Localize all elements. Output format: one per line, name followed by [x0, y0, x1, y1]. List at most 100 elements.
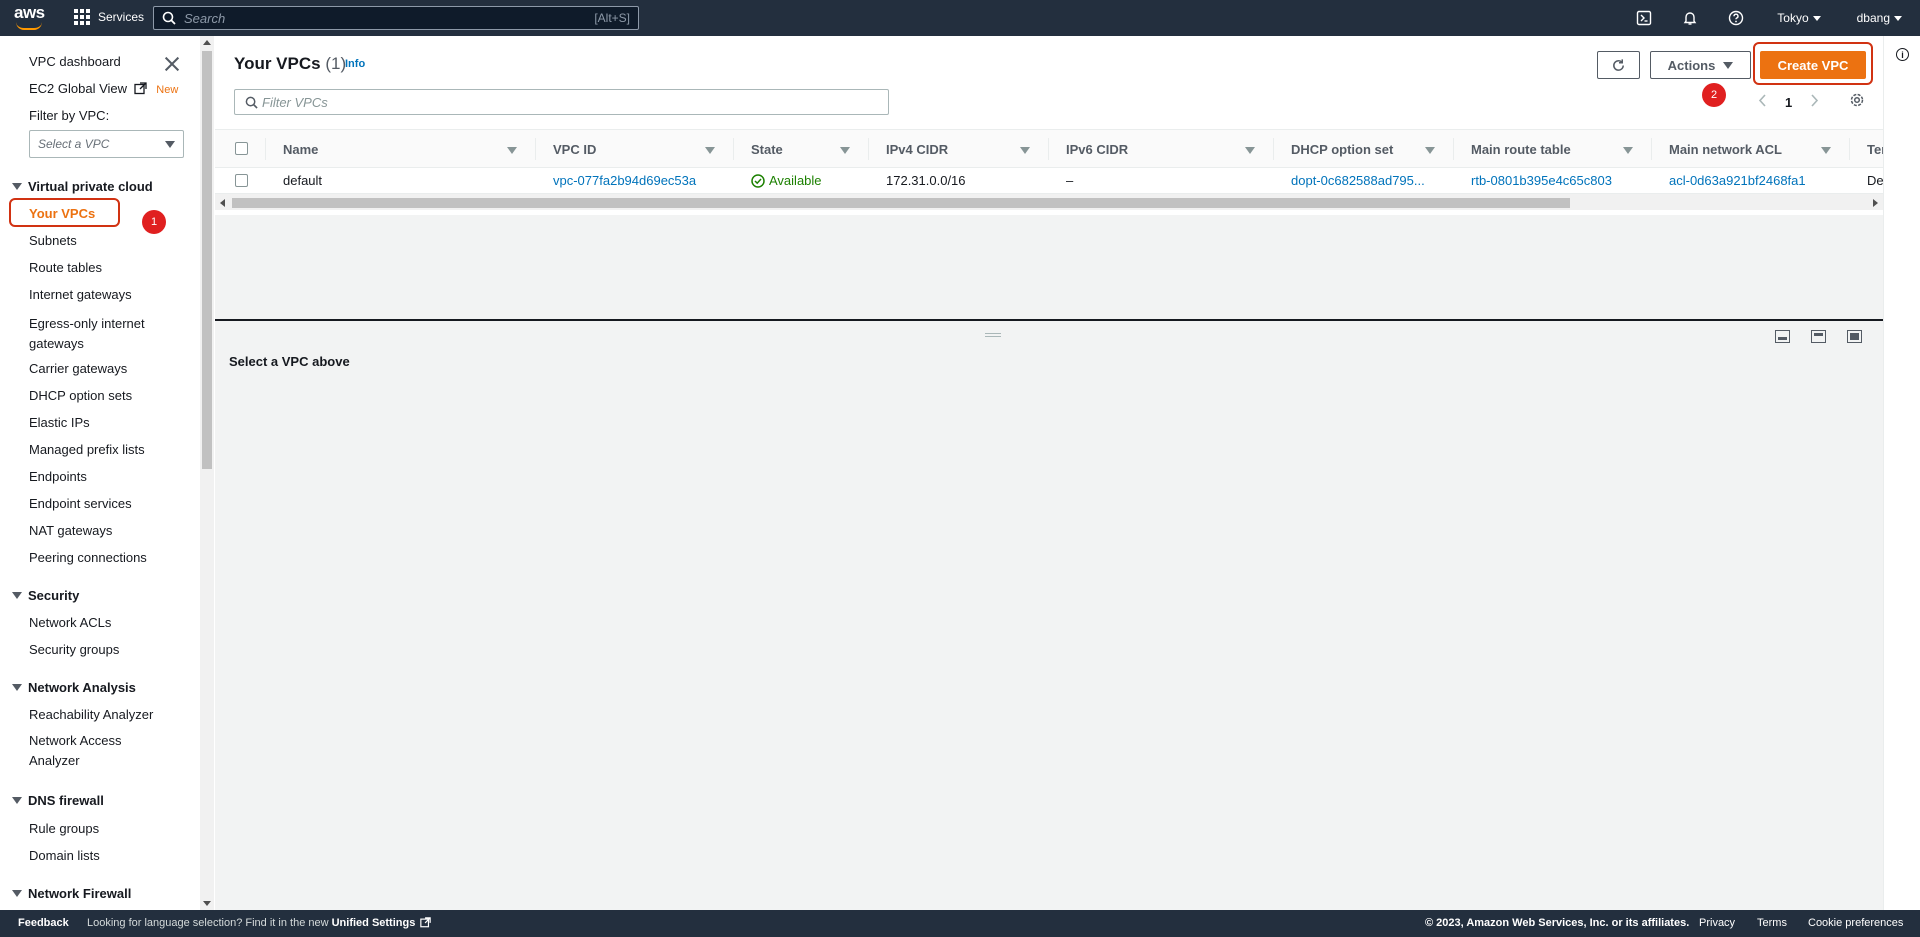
- sort-icon[interactable]: [1425, 147, 1435, 154]
- global-view-label: EC2 Global View: [29, 81, 128, 96]
- sidebar-item-nat-gateways[interactable]: NAT gateways: [29, 523, 112, 538]
- sidebar-item-endpoints[interactable]: Endpoints: [29, 469, 87, 484]
- scroll-down-icon[interactable]: [203, 901, 211, 906]
- split-side-icon[interactable]: [1811, 330, 1826, 343]
- column-header-state[interactable]: State: [751, 142, 783, 157]
- sidebar-item-endpoint-services[interactable]: Endpoint services: [29, 496, 132, 511]
- column-header-main-route-table[interactable]: Main route table: [1471, 142, 1571, 157]
- column-header-ipv4-cidr[interactable]: IPv4 CIDR: [886, 142, 948, 157]
- cell-main-route-table[interactable]: rtb-0801b395e4c65c803: [1471, 173, 1612, 188]
- page-number[interactable]: 1: [1785, 95, 1792, 110]
- sidebar-item-peering-connections[interactable]: Peering connections: [29, 550, 147, 565]
- privacy-link[interactable]: Privacy: [1699, 917, 1735, 929]
- sort-icon[interactable]: [1821, 147, 1831, 154]
- egress-line-1: Egress-only internet: [29, 316, 145, 331]
- section-virtual-private-cloud[interactable]: Virtual private cloud: [12, 179, 153, 194]
- split-bottom-icon[interactable]: [1775, 330, 1790, 343]
- close-icon[interactable]: [164, 56, 180, 72]
- cell-dhcp-option-set[interactable]: dopt-0c682588ad795...: [1291, 173, 1425, 188]
- scrollbar-thumb[interactable]: [232, 198, 1570, 208]
- sort-icon[interactable]: [1623, 147, 1633, 154]
- horizontal-scrollbar[interactable]: [215, 194, 1883, 210]
- unified-settings-link[interactable]: Unified Settings: [332, 917, 416, 929]
- sidebar-item-rule-groups[interactable]: Rule groups: [29, 821, 99, 836]
- cloudshell-icon[interactable]: [1621, 0, 1667, 36]
- select-all-checkbox[interactable]: [235, 142, 248, 155]
- sidebar-item-domain-lists[interactable]: Domain lists: [29, 848, 100, 863]
- section-network-analysis[interactable]: Network Analysis: [12, 680, 136, 695]
- aws-logo-text: aws: [14, 3, 45, 22]
- sidebar-item-network-acls[interactable]: Network ACLs: [29, 615, 111, 630]
- sidebar-item-network-access-analyzer[interactable]: Network Access Analyzer: [29, 731, 121, 771]
- aws-logo[interactable]: aws: [14, 4, 46, 32]
- sort-icon[interactable]: [705, 147, 715, 154]
- sort-icon[interactable]: [507, 147, 517, 154]
- account-menu[interactable]: dbang: [1839, 11, 1920, 25]
- column-header-vpc-id[interactable]: VPC ID: [553, 142, 596, 157]
- sidebar-item-subnets[interactable]: Subnets: [29, 233, 77, 248]
- gear-icon[interactable]: [1849, 92, 1865, 111]
- sort-icon[interactable]: [840, 147, 850, 154]
- search-icon: [245, 96, 258, 109]
- column-header-name[interactable]: Name: [283, 142, 318, 157]
- sidebar-item-managed-prefix-lists[interactable]: Managed prefix lists: [29, 442, 145, 457]
- info-link[interactable]: Info: [345, 58, 365, 70]
- caret-down-icon: [12, 890, 22, 897]
- cell-main-network-acl[interactable]: acl-0d63a921bf2468fa1: [1669, 173, 1806, 188]
- caret-down-icon: [165, 141, 175, 148]
- help-icon[interactable]: [1713, 0, 1759, 36]
- section-title: Virtual private cloud: [28, 179, 153, 194]
- split-full-icon[interactable]: [1847, 330, 1862, 343]
- sort-icon[interactable]: [1020, 147, 1030, 154]
- sidebar-item-vpc-dashboard[interactable]: VPC dashboard: [29, 54, 121, 69]
- section-security[interactable]: Security: [12, 588, 79, 603]
- region-selector[interactable]: Tokyo: [1759, 11, 1838, 25]
- sidebar-scrollbar[interactable]: [200, 36, 214, 910]
- vpc-table: Name VPC ID State IPv4 CIDR IPv6 CIDR DH…: [215, 129, 1889, 215]
- column-header-main-network-acl[interactable]: Main network ACL: [1669, 142, 1782, 157]
- feedback-link[interactable]: Feedback: [18, 917, 69, 929]
- column-header-dhcp-option-set[interactable]: DHCP option set: [1291, 142, 1393, 157]
- sort-icon[interactable]: [1245, 147, 1255, 154]
- sidebar-item-ec2-global-view[interactable]: EC2 Global View New: [29, 81, 178, 98]
- row-checkbox[interactable]: [235, 174, 248, 187]
- search-input[interactable]: Search [Alt+S]: [153, 6, 639, 30]
- sidebar-item-egress-only-internet-gateways[interactable]: Egress-only internet gateways: [29, 314, 145, 354]
- language-notice-text: Looking for language selection? Find it …: [87, 917, 332, 929]
- section-network-firewall[interactable]: Network Firewall: [12, 886, 131, 901]
- table-row[interactable]: default vpc-077fa2b94d69ec53a Available …: [215, 168, 1887, 194]
- cookie-preferences-link[interactable]: Cookie preferences: [1808, 917, 1903, 929]
- sidebar-item-elastic-ips[interactable]: Elastic IPs: [29, 415, 90, 430]
- scroll-right-icon[interactable]: [1873, 199, 1878, 207]
- bell-icon[interactable]: [1667, 0, 1713, 36]
- section-title: Security: [28, 588, 80, 603]
- table-header: Name VPC ID State IPv4 CIDR IPv6 CIDR DH…: [215, 130, 1889, 168]
- resize-handle[interactable]: [985, 333, 1001, 337]
- info-icon[interactable]: i: [1896, 48, 1909, 61]
- sidebar-item-security-groups[interactable]: Security groups: [29, 642, 119, 657]
- scroll-up-icon[interactable]: [203, 40, 211, 45]
- chevron-right-icon[interactable]: [1810, 94, 1819, 110]
- filter-vpcs-input[interactable]: Filter VPCs: [234, 89, 889, 115]
- sidebar-item-internet-gateways[interactable]: Internet gateways: [29, 287, 132, 302]
- section-title: Network Firewall: [28, 886, 132, 901]
- highlight-box-your-vpcs: [9, 198, 120, 227]
- scrollbar-thumb[interactable]: [202, 51, 212, 469]
- column-header-ipv6-cidr[interactable]: IPv6 CIDR: [1066, 142, 1128, 157]
- chevron-left-icon[interactable]: [1758, 94, 1767, 110]
- copyright: © 2023, Amazon Web Services, Inc. or its…: [1425, 917, 1690, 929]
- actions-button[interactable]: Actions: [1650, 51, 1751, 79]
- section-dns-firewall[interactable]: DNS firewall: [12, 793, 104, 808]
- sidebar-item-dhcp-option-sets[interactable]: DHCP option sets: [29, 388, 132, 403]
- sidebar-item-reachability-analyzer[interactable]: Reachability Analyzer: [29, 707, 153, 722]
- cell-vpc-id[interactable]: vpc-077fa2b94d69ec53a: [553, 173, 696, 188]
- vpc-select[interactable]: Select a VPC: [29, 130, 184, 158]
- sidebar-item-carrier-gateways[interactable]: Carrier gateways: [29, 361, 127, 376]
- sidebar-item-route-tables[interactable]: Route tables: [29, 260, 102, 275]
- naa-line-2: Analyzer: [29, 753, 80, 768]
- tools-rail: i: [1883, 36, 1920, 910]
- services-menu[interactable]: Services: [74, 9, 144, 25]
- terms-link[interactable]: Terms: [1757, 917, 1787, 929]
- scroll-left-icon[interactable]: [220, 199, 225, 207]
- refresh-button[interactable]: [1597, 51, 1640, 79]
